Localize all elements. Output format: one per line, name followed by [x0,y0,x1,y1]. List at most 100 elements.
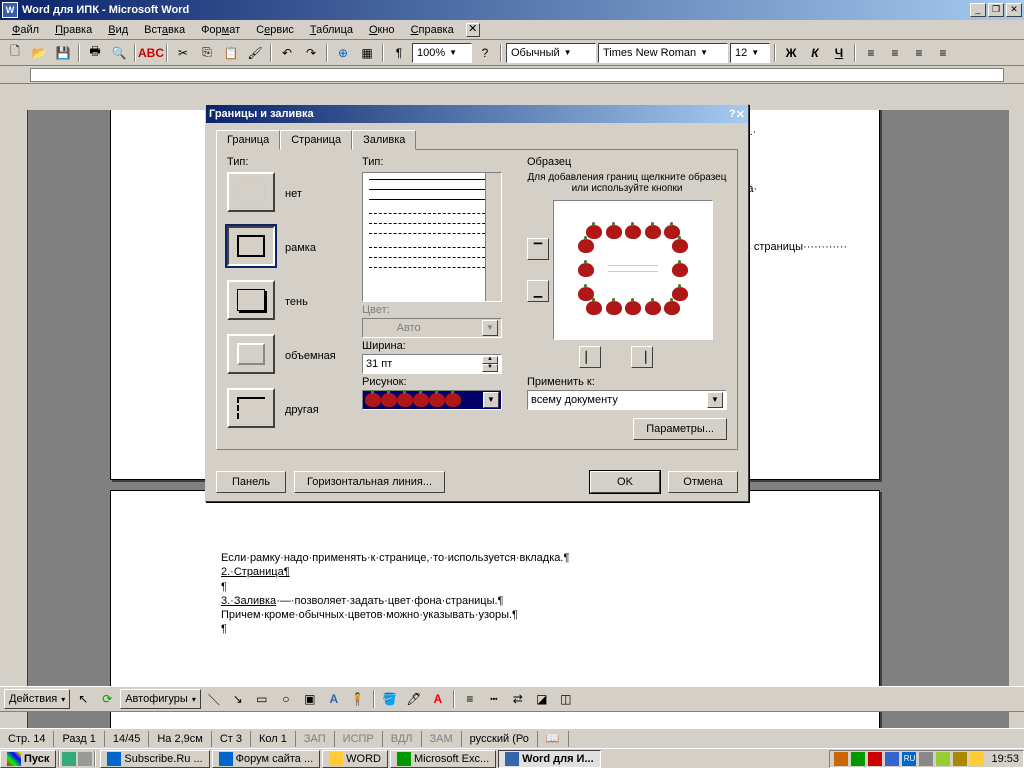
tray-icon[interactable] [936,752,950,766]
vertical-ruler[interactable] [0,110,28,728]
hline-button[interactable]: Горизонтальная линия... [294,471,445,493]
options-button[interactable]: Параметры... [633,418,727,440]
cut-button[interactable]: ✂ [172,42,194,64]
hyperlink-button[interactable]: ⊕ [332,42,354,64]
tray-icon[interactable] [885,752,899,766]
border-bottom-toggle[interactable]: ▁ [527,280,549,302]
taskbar-item[interactable]: WORD [322,750,388,768]
font-combo[interactable]: Times New Roman▼ [598,43,728,63]
vertical-scrollbar[interactable] [1008,110,1024,728]
spell-button[interactable]: ABC [140,42,162,64]
start-button[interactable]: Пуск [0,750,56,768]
line-color-button[interactable]: 🖊 [403,688,425,710]
border-right-toggle[interactable]: ▕ [631,346,653,368]
tab-border[interactable]: Граница [216,130,280,150]
print-button[interactable]: 🖶 [84,42,106,64]
arrow-button[interactable]: ↘ [227,688,249,710]
tray-icon[interactable] [834,752,848,766]
border-top-toggle[interactable]: ▔ [527,238,549,260]
copy-button[interactable]: ⎘ [196,42,218,64]
redo-button[interactable]: ↷ [300,42,322,64]
3d-button[interactable]: ◫ [555,688,577,710]
status-spellcheck-icon[interactable]: 📖 [538,731,569,747]
status-trk[interactable]: ИСПР [335,731,383,747]
preview-pane[interactable] [553,200,713,340]
taskbar-item[interactable]: Subscribe.Ru ... [100,750,209,768]
apply-to-combo[interactable]: всему документу▼ [527,390,727,410]
cancel-button[interactable]: Отмена [668,471,738,493]
undo-button[interactable]: ↶ [276,42,298,64]
clipart-button[interactable]: 🧍 [347,688,369,710]
underline-button[interactable]: Ч [828,42,850,64]
actions-menu[interactable]: Действия▾ [4,689,70,709]
dialog-close-button[interactable]: ✕ [736,108,745,121]
setting-3d[interactable] [227,334,275,374]
align-left-button[interactable]: ≡ [860,42,882,64]
menu-help[interactable]: Справка [403,22,462,38]
size-combo[interactable]: 12▼ [730,43,770,63]
status-rec[interactable]: ЗАП [296,731,335,747]
open-button[interactable]: 📂 [28,42,50,64]
mdi-close-button[interactable]: ✕ [466,23,480,37]
tray-icon[interactable] [919,752,933,766]
quicklaunch-icon[interactable] [62,752,76,766]
tray-icon[interactable] [868,752,882,766]
rectangle-button[interactable]: ▭ [251,688,273,710]
maximize-button[interactable]: ❐ [988,3,1004,17]
style-combo[interactable]: Обычный▼ [506,43,596,63]
minimize-button[interactable]: _ [970,3,986,17]
status-ext[interactable]: ВДЛ [383,731,422,747]
tab-shading[interactable]: Заливка [352,130,416,150]
menu-edit[interactable]: Правка [47,22,100,38]
dialog-titlebar[interactable]: Границы и заливка ? ✕ [206,105,748,123]
format-painter-button[interactable]: 🖌 [244,42,266,64]
tab-page[interactable]: Страница [280,130,352,150]
new-button[interactable]: 🗋 [4,42,26,64]
align-justify-button[interactable]: ≡ [932,42,954,64]
clock[interactable]: 19:53 [991,753,1019,765]
menu-window[interactable]: Окно [361,22,403,38]
menu-format[interactable]: Формат [193,22,248,38]
select-objects-button[interactable]: ↖ [72,688,94,710]
rotate-button[interactable]: ⟳ [96,688,118,710]
arrow-style-button[interactable]: ⇄ [507,688,529,710]
textbox-button[interactable]: ▣ [299,688,321,710]
taskbar-item-active[interactable]: Word для И... [498,750,600,768]
style-scrollbar[interactable] [485,173,501,301]
tray-icon[interactable] [851,752,865,766]
menu-view[interactable]: Вид [100,22,136,38]
width-spinner[interactable]: 31 пт▲▼ [362,354,502,374]
pilcrow-button[interactable]: ¶ [388,42,410,64]
status-lang[interactable]: русский (Ро [462,731,538,747]
taskbar-item[interactable]: Форум сайта ... [212,750,321,768]
setting-shadow[interactable] [227,280,275,320]
art-combo[interactable]: ▼ [362,390,502,410]
quicklaunch-icon[interactable] [78,752,92,766]
horizontal-ruler[interactable] [0,66,1024,84]
align-right-button[interactable]: ≡ [908,42,930,64]
shadow-button[interactable]: ◪ [531,688,553,710]
menu-tools[interactable]: Сервис [248,22,302,38]
tray-lang-icon[interactable]: RU [902,752,916,766]
tray-volume-icon[interactable] [970,752,984,766]
italic-button[interactable]: К [804,42,826,64]
border-left-toggle[interactable]: ▏ [579,346,601,368]
setting-custom[interactable] [227,388,275,428]
help-button[interactable]: ? [474,42,496,64]
align-center-button[interactable]: ≡ [884,42,906,64]
setting-box[interactable] [227,226,275,266]
font-color-button[interactable]: A [427,688,449,710]
tables-button[interactable]: ▦ [356,42,378,64]
line-button[interactable]: ＼ [203,688,225,710]
autoshapes-menu[interactable]: Автофигуры▾ [120,689,201,709]
bold-button[interactable]: Ж [780,42,802,64]
menu-insert[interactable]: Вставка [136,22,193,38]
zoom-combo[interactable]: 100%▼ [412,43,472,63]
menu-file[interactable]: Файл [4,22,47,38]
dialog-help-button[interactable]: ? [729,108,736,120]
line-style-button[interactable]: ≡ [459,688,481,710]
ok-button[interactable]: OK [590,471,660,493]
save-button[interactable]: 💾 [52,42,74,64]
status-ovr[interactable]: ЗАМ [422,731,462,747]
wordart-button[interactable]: A [323,688,345,710]
